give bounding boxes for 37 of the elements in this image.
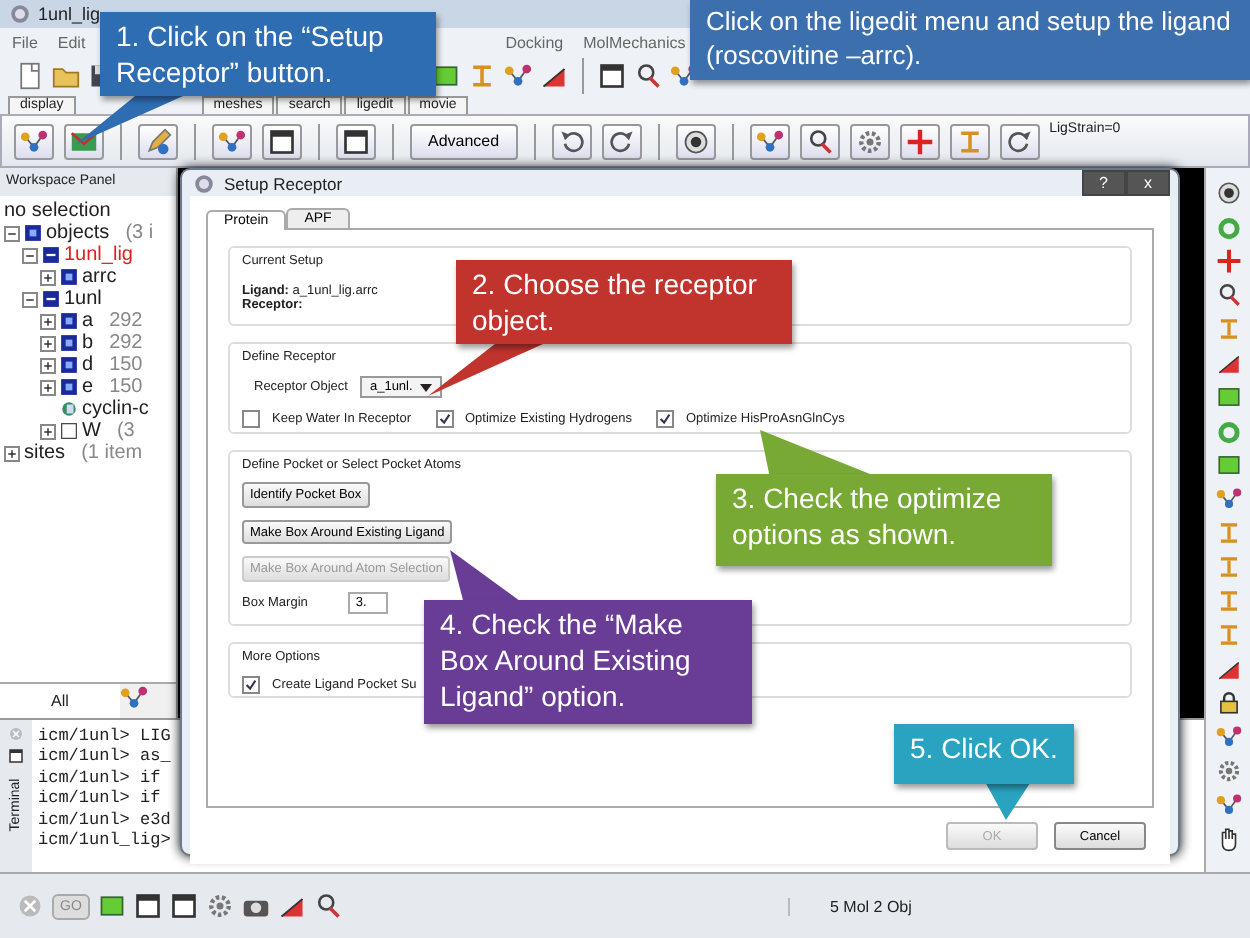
selection-label: no selection bbox=[4, 200, 113, 222]
terminal-line: icm/1unl> if bbox=[38, 788, 161, 810]
menu-item[interactable]: MolMechanics bbox=[583, 33, 686, 51]
tree-item[interactable]: sites bbox=[24, 442, 66, 464]
tree-item[interactable]: b bbox=[82, 332, 94, 354]
tree-item[interactable]: e bbox=[82, 376, 94, 398]
status-text: 5 Mol 2 Obj bbox=[788, 897, 1130, 915]
tree-item[interactable]: 1unl_lig bbox=[64, 244, 133, 266]
menu-item[interactable]: Docking bbox=[505, 33, 564, 51]
tree-item[interactable]: d bbox=[82, 354, 94, 376]
item-info: 292 bbox=[109, 310, 143, 332]
callout: Click on the ligedit menu and setup the ligand (roscovitine –arrc). bbox=[690, 0, 1250, 80]
tree-item[interactable]: objects bbox=[46, 222, 110, 244]
tree-item[interactable]: 1unl bbox=[64, 288, 102, 310]
terminal-line: icm/1unl> e3d bbox=[38, 809, 171, 831]
item-info: 150 bbox=[109, 376, 143, 398]
dialog-title: Setup Receptor bbox=[224, 173, 343, 193]
item-info: (3 i bbox=[125, 222, 154, 244]
close-button[interactable]: x bbox=[1126, 170, 1170, 196]
terminal-line: icm/1unl> if bbox=[38, 767, 161, 789]
tree-item[interactable]: a bbox=[82, 310, 94, 332]
item-info: 292 bbox=[109, 332, 143, 354]
tree-item[interactable]: cyclin-c bbox=[82, 398, 149, 420]
advanced-button[interactable]: Advanced bbox=[410, 123, 518, 159]
item-info: 150 bbox=[109, 354, 143, 376]
terminal-line: icm/1unl> as_ bbox=[38, 746, 171, 768]
tree-item[interactable]: W bbox=[82, 420, 101, 442]
menu-item[interactable]: Edit bbox=[57, 33, 86, 51]
help-button[interactable]: ? bbox=[1081, 170, 1126, 196]
item-info: (3 bbox=[116, 420, 135, 442]
terminal-line: icm/1unl_lig> bbox=[38, 830, 171, 852]
panel-tab[interactable]: All bbox=[0, 683, 120, 718]
item-info: (1 item bbox=[81, 442, 143, 464]
tree-item[interactable]: arrc bbox=[82, 266, 117, 288]
terminal-line: icm/1unl> LIG bbox=[38, 725, 171, 747]
window-title: 1unl_lig bbox=[38, 4, 101, 24]
menu-item[interactable]: File bbox=[12, 33, 38, 51]
